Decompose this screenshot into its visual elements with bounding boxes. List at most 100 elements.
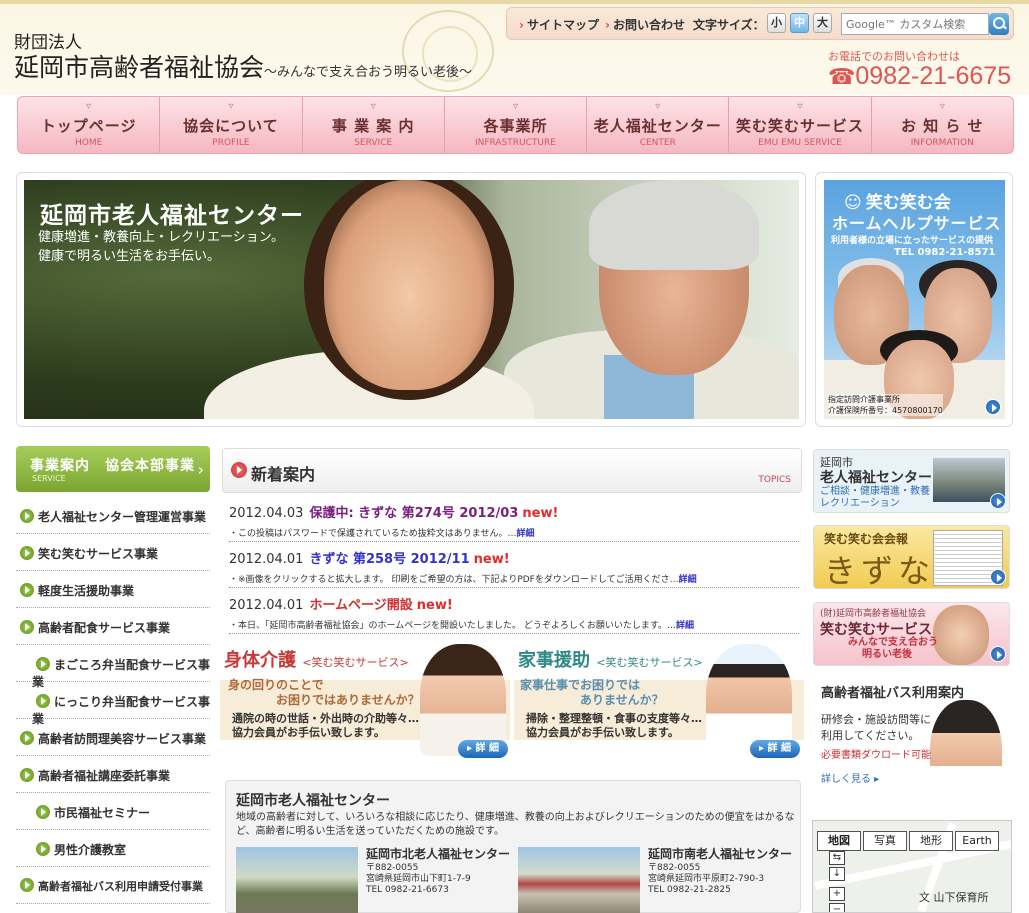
- bus-more-link[interactable]: 詳しく見る: [821, 770, 879, 785]
- phone-icon: ☎: [828, 64, 856, 89]
- branch-north[interactable]: 延岡市北老人福祉センター 〒882-0055 宮崎県延岡市山下町1-7-9 TE…: [236, 843, 516, 913]
- arrow-icon[interactable]: [985, 399, 1001, 415]
- emu-banner-line: みんなで支え合おう: [848, 637, 938, 648]
- promo-question: 家事仕事でお困りでは ありませんか？: [520, 678, 664, 708]
- branch-photo[interactable]: [518, 847, 640, 913]
- tagline: 〜みんなで支え合おう明るい老後〜: [264, 65, 473, 80]
- center-title: 延岡市老人福祉センター: [236, 793, 390, 809]
- sitemap-link[interactable]: サイトマップ: [519, 16, 599, 33]
- news-link[interactable]: 保護中: きずな 第274号 2012/03: [309, 506, 518, 521]
- news-link[interactable]: きずな 第258号 2012/11: [309, 552, 469, 567]
- sidebar-header-sub: SERVICE: [32, 474, 66, 483]
- arrow-icon: [231, 462, 247, 478]
- kizuna-banner[interactable]: 笑む笑む会会報 きずな: [813, 525, 1010, 589]
- branch-name[interactable]: 延岡市南老人福祉センター: [648, 845, 792, 862]
- sidebar-item-meal-service[interactable]: 高齢者配食サービス事業: [16, 608, 210, 645]
- banner-caption: 利用者様の立場に立ったサービスの提供: [831, 236, 994, 246]
- sidebar-item-center-management[interactable]: 老人福祉センター管理運営事業: [16, 497, 210, 534]
- sidebar-item-bus-application[interactable]: 高齢者福祉バス利用申請受付事業: [16, 867, 210, 904]
- promo-desc: 通院の時の世話・外出時の介助等々… 協力会員がお手伝い致します。: [232, 712, 419, 740]
- arrow-icon[interactable]: [990, 493, 1006, 509]
- banner-subtitle: ホームヘルプサービス: [832, 214, 1002, 233]
- arrow-icon[interactable]: [990, 646, 1006, 662]
- nav-home[interactable]: トップページ HOME: [18, 97, 161, 153]
- nav-service[interactable]: 事 業 案 内 SERVICE: [303, 97, 445, 153]
- promo-detail-button[interactable]: 詳 細: [750, 740, 800, 758]
- promo-housework[interactable]: 家事援助 <笑む笑むサービス> 家事仕事でお困りでは ありませんか？ 掃除・整理…: [514, 640, 804, 760]
- license-line: 介護保険所番号：4570800170: [828, 406, 943, 415]
- news-more-link[interactable]: 詳細: [676, 621, 694, 631]
- pan-arrows-icon[interactable]: ⇆: [829, 851, 845, 865]
- promo-detail-button[interactable]: 詳 細: [458, 740, 508, 758]
- sidebar-item-mens-care-class[interactable]: 男性介護教室: [16, 830, 210, 867]
- center-banner[interactable]: 延岡市 老人福祉センター ご相談・健康増進・教養 レクリエーション: [813, 449, 1010, 513]
- site-title[interactable]: 延岡市高齢者福祉協会〜みんなで支え合おう明るい老後〜: [14, 48, 472, 84]
- nav-emu-emu-service[interactable]: 笑む笑むサービス EMU EMU SERVICE: [729, 97, 872, 153]
- contact-link[interactable]: お問い合わせ: [605, 16, 685, 33]
- branch-name[interactable]: 延岡市北老人福祉センター: [366, 845, 510, 862]
- font-size-small-button[interactable]: 小: [767, 13, 786, 33]
- branch-address: 〒882-0055 宮崎県延岡市山下町1-7-9 TEL 0982-21-667…: [366, 863, 471, 896]
- sidebar-header[interactable]: 事業案内 協会本部事業 SERVICE ›: [16, 446, 210, 492]
- font-size-large-button[interactable]: 大: [813, 13, 832, 33]
- promo-personal-care[interactable]: 身体介護 <笑む笑むサービス> 身の回りのことで お困りではありませんか？ 通院…: [220, 640, 510, 760]
- promo-subtitle: <笑む笑むサービス>: [302, 656, 409, 669]
- nav-center[interactable]: 老人福祉センター CENTER: [587, 97, 730, 153]
- nav-profile[interactable]: 協会について PROFILE: [160, 97, 303, 153]
- kizuna-caption: 笑む笑む会会報: [824, 532, 909, 546]
- sidebar-item-label: 軽度生活援助事業: [38, 584, 135, 598]
- promo-title: 身体介護 <笑む笑むサービス>: [224, 646, 409, 672]
- branch-tel: TEL 0982-21-2825: [648, 885, 731, 895]
- sidebar-item-magokoro-bento[interactable]: まごころ弁当配食サービス事業: [16, 645, 210, 689]
- sidebar-item-nikkori-bento[interactable]: にっこり弁当配食サービス事業: [16, 682, 210, 726]
- search-icon[interactable]: [989, 13, 1009, 35]
- arrow-icon: [20, 768, 34, 782]
- pan-down-icon[interactable]: ↓: [829, 867, 845, 881]
- promo-title: 家事援助 <笑む笑むサービス>: [518, 646, 703, 672]
- zoom-in-icon[interactable]: +: [829, 887, 845, 901]
- banner-license: 指定訪問介護事業所 介護保険所番号：4570800170: [828, 394, 943, 416]
- promo-desc-line: 協力会員がお手伝い致します。: [232, 726, 385, 739]
- sidebar-item-seminar[interactable]: 市民福祉セミナー: [16, 793, 210, 830]
- zoom-out-icon[interactable]: −: [829, 903, 845, 912]
- branch-street: 宮崎県延岡市山下町1-7-9: [366, 874, 471, 884]
- sidebar-item-label: 高齢者福祉バス利用申請受付事業: [38, 880, 203, 893]
- nav-sublabel: INFORMATION: [910, 138, 974, 148]
- emu-banner-tagline: みんなで支え合おう 明るい老後: [848, 637, 938, 661]
- map-tab-terrain[interactable]: 地形: [909, 831, 953, 851]
- promo-desc-line: 協力会員がお手伝い致します。: [526, 726, 679, 739]
- sidebar-item-emu-service[interactable]: 笑む笑むサービス事業: [16, 534, 210, 571]
- emu-service-banner[interactable]: (財)延岡市高齢者福祉協会 笑む笑むサービス みんなで支え合おう 明るい老後: [813, 602, 1010, 666]
- map-tab-earth[interactable]: Earth: [955, 831, 999, 851]
- news-more-link[interactable]: 詳細: [679, 575, 697, 585]
- nav-sublabel: INFRASTRUCTURE: [474, 138, 556, 148]
- homehelp-banner[interactable]: 笑む笑む会 ホームヘルプサービス 利用者様の立場に立ったサービスの提供 TEL …: [824, 180, 1005, 419]
- hero-image[interactable]: 延岡市老人福祉センター 健康増進・教養向上・レクリエーション。 健康で明るい生活…: [24, 180, 799, 419]
- map-tab-photo[interactable]: 写真: [863, 831, 907, 851]
- map-tab-map[interactable]: 地図: [817, 831, 861, 851]
- sidebar-item-welfare-course[interactable]: 高齢者福祉講座委託事業: [16, 756, 210, 793]
- branch-zip: 〒882-0055: [366, 863, 419, 873]
- search-input[interactable]: [841, 13, 989, 35]
- arrow-icon: [20, 878, 34, 892]
- sidebar-item-label: 市民福祉セミナー: [54, 806, 151, 820]
- google-map[interactable]: 地図 写真 地形 Earth ⇆ ↓ + − 文 山下保育所: [812, 820, 1012, 913]
- promo-title-text: 身体介護: [224, 650, 296, 671]
- nav-information[interactable]: お 知 ら せ INFORMATION: [872, 97, 1013, 153]
- font-size-medium-button[interactable]: 中: [790, 13, 809, 33]
- branch-street: 宮崎県延岡市平原町2-790-3: [648, 874, 765, 884]
- sidebar-item-light-living[interactable]: 軽度生活援助事業: [16, 571, 210, 608]
- main-nav: トップページHOME 協会についてPROFILE 事 業 案 内SERVICE …: [17, 96, 1014, 154]
- nav-infrastructure[interactable]: 各事業所 INFRASTRUCTURE: [445, 97, 588, 153]
- news-more-link[interactable]: 詳細: [516, 529, 534, 539]
- org-name[interactable]: 延岡市高齢者福祉協会: [14, 53, 264, 82]
- news-link[interactable]: ホームページ開設: [309, 598, 412, 613]
- nav-label: 老人福祉センター: [593, 117, 722, 135]
- center-desc: 地域の高齢者に対して、いろいろな相談に応じたり、健康増進、教養の向上およびレクリ…: [236, 812, 795, 837]
- sidebar-item-beauty-service[interactable]: 高齢者訪問理美容サービス事業: [16, 719, 210, 756]
- branch-south[interactable]: 延岡市南老人福祉センター 〒882-0055 宮崎県延岡市平原町2-790-3 …: [518, 843, 798, 913]
- bus-desc: 研修会・施設訪問等に 利用してください。: [821, 712, 931, 744]
- arrow-icon[interactable]: [990, 569, 1006, 585]
- bus-guide-photo: [930, 700, 1002, 810]
- branch-photo[interactable]: [236, 847, 358, 913]
